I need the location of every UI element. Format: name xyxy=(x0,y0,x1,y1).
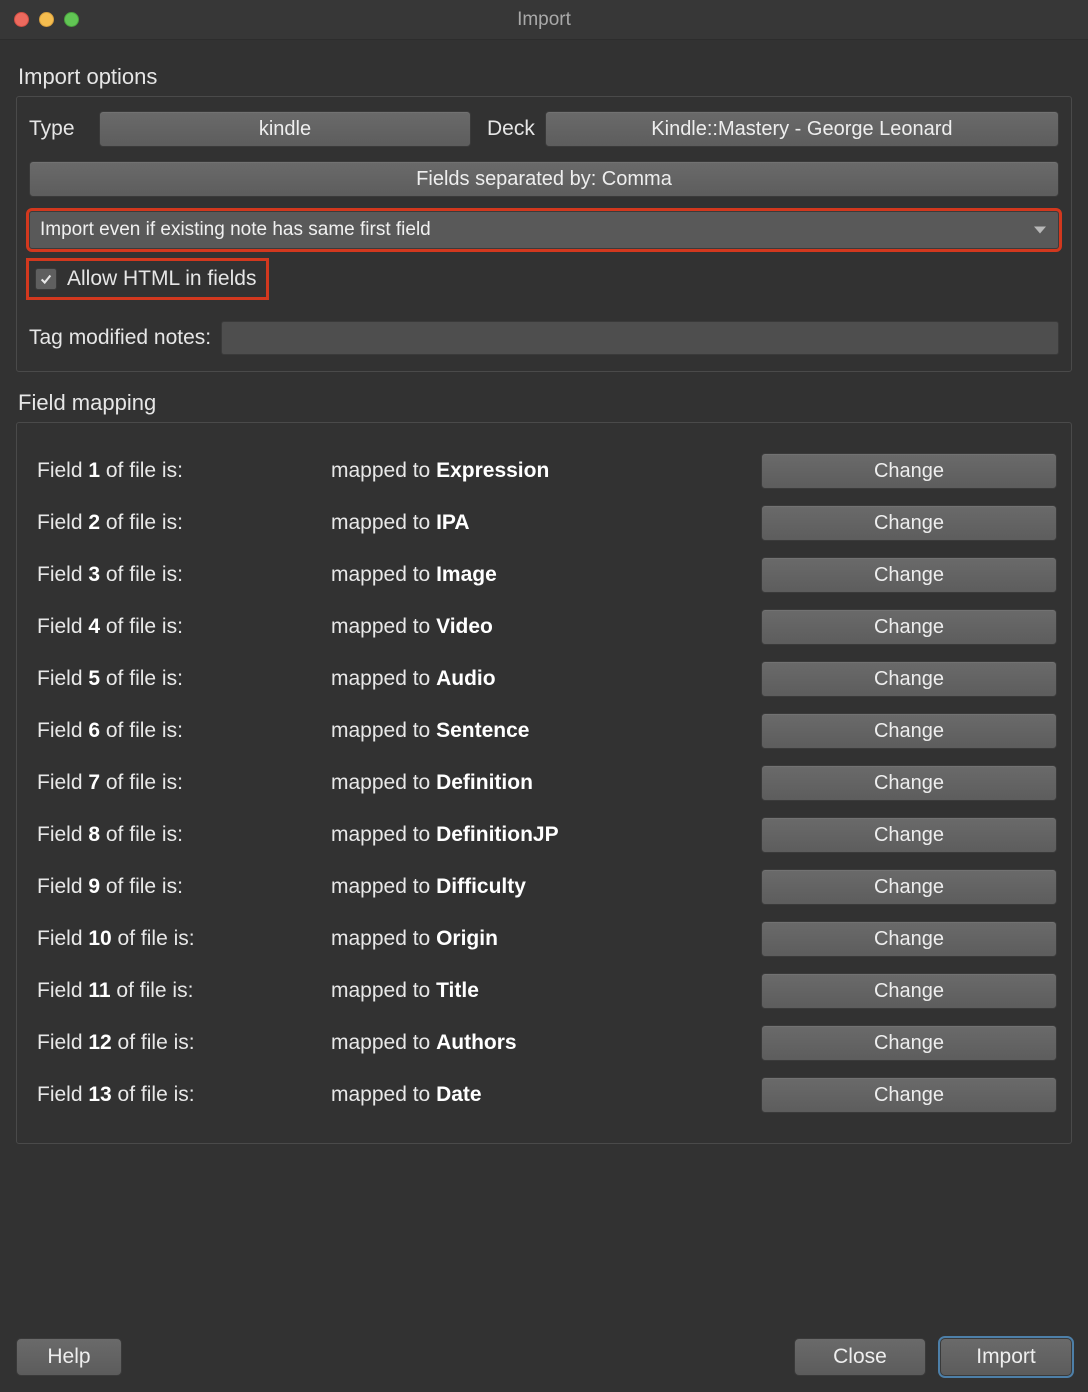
change-mapping-button[interactable]: Change xyxy=(761,921,1057,957)
allow-html-checkbox[interactable] xyxy=(35,268,57,290)
allow-html-row[interactable]: Allow HTML in fields xyxy=(29,261,266,297)
field-target-label: mapped to Origin xyxy=(331,927,761,951)
field-index-label: Field 9 of file is: xyxy=(31,875,331,899)
change-mapping-button[interactable]: Change xyxy=(761,1025,1057,1061)
check-icon xyxy=(39,272,53,286)
field-target-label: mapped to Authors xyxy=(331,1031,761,1055)
change-mapping-button[interactable]: Change xyxy=(761,453,1057,489)
field-index-label: Field 8 of file is: xyxy=(31,823,331,847)
field-mapping-row: Field 2 of file is:mapped to IPAChange xyxy=(31,497,1057,549)
field-index-label: Field 3 of file is: xyxy=(31,563,331,587)
deck-label: Deck xyxy=(487,117,535,141)
chevron-down-icon xyxy=(1034,227,1046,234)
tag-modified-label: Tag modified notes: xyxy=(29,326,211,350)
change-mapping-button[interactable]: Change xyxy=(761,713,1057,749)
field-index-label: Field 4 of file is: xyxy=(31,615,331,639)
field-mapping-label: Field mapping xyxy=(18,390,1072,416)
change-mapping-button[interactable]: Change xyxy=(761,1077,1057,1113)
field-index-label: Field 6 of file is: xyxy=(31,719,331,743)
field-index-label: Field 7 of file is: xyxy=(31,771,331,795)
allow-html-label: Allow HTML in fields xyxy=(67,267,256,291)
field-mapping-row: Field 12 of file is:mapped to AuthorsCha… xyxy=(31,1017,1057,1069)
field-target-label: mapped to Definition xyxy=(331,771,761,795)
field-index-label: Field 1 of file is: xyxy=(31,459,331,483)
field-mapping-row: Field 9 of file is:mapped to DifficultyC… xyxy=(31,861,1057,913)
field-mapping-row: Field 8 of file is:mapped to DefinitionJ… xyxy=(31,809,1057,861)
field-mapping-row: Field 5 of file is:mapped to AudioChange xyxy=(31,653,1057,705)
import-button[interactable]: Import xyxy=(940,1338,1072,1376)
field-mapping-row: Field 1 of file is:mapped to ExpressionC… xyxy=(31,445,1057,497)
deck-button[interactable]: Kindle::Mastery - George Leonard xyxy=(545,111,1059,147)
field-mapping-row: Field 11 of file is:mapped to TitleChang… xyxy=(31,965,1057,1017)
change-mapping-button[interactable]: Change xyxy=(761,973,1057,1009)
field-target-label: mapped to Title xyxy=(331,979,761,1003)
change-mapping-button[interactable]: Change xyxy=(761,661,1057,697)
field-target-label: mapped to Image xyxy=(331,563,761,587)
change-mapping-button[interactable]: Change xyxy=(761,505,1057,541)
field-target-label: mapped to Date xyxy=(331,1083,761,1107)
field-mapping-row: Field 7 of file is:mapped to DefinitionC… xyxy=(31,757,1057,809)
field-index-label: Field 11 of file is: xyxy=(31,979,331,1003)
field-target-label: mapped to Difficulty xyxy=(331,875,761,899)
field-target-label: mapped to Sentence xyxy=(331,719,761,743)
note-type-button[interactable]: kindle xyxy=(99,111,471,147)
import-mode-select[interactable]: Import even if existing note has same fi… xyxy=(29,211,1059,249)
field-mapping-row: Field 4 of file is:mapped to VideoChange xyxy=(31,601,1057,653)
import-mode-value: Import even if existing note has same fi… xyxy=(40,219,431,241)
field-index-label: Field 5 of file is: xyxy=(31,667,331,691)
change-mapping-button[interactable]: Change xyxy=(761,817,1057,853)
change-mapping-button[interactable]: Change xyxy=(761,557,1057,593)
import-options-group: Type kindle Deck Kindle::Mastery - Georg… xyxy=(16,96,1072,372)
field-target-label: mapped to Expression xyxy=(331,459,761,483)
help-button[interactable]: Help xyxy=(16,1338,122,1376)
change-mapping-button[interactable]: Change xyxy=(761,765,1057,801)
field-mapping-group: Field 1 of file is:mapped to ExpressionC… xyxy=(16,422,1072,1144)
type-label: Type xyxy=(29,117,89,141)
field-separator-button[interactable]: Fields separated by: Comma xyxy=(29,161,1059,197)
change-mapping-button[interactable]: Change xyxy=(761,609,1057,645)
import-options-label: Import options xyxy=(18,64,1072,90)
field-index-label: Field 13 of file is: xyxy=(31,1083,331,1107)
field-mapping-row: Field 6 of file is:mapped to SentenceCha… xyxy=(31,705,1057,757)
field-target-label: mapped to DefinitionJP xyxy=(331,823,761,847)
field-index-label: Field 12 of file is: xyxy=(31,1031,331,1055)
field-mapping-row: Field 10 of file is:mapped to OriginChan… xyxy=(31,913,1057,965)
change-mapping-button[interactable]: Change xyxy=(761,869,1057,905)
close-button[interactable]: Close xyxy=(794,1338,926,1376)
tag-modified-input[interactable] xyxy=(221,321,1059,355)
title-bar: Import xyxy=(0,0,1088,40)
field-target-label: mapped to IPA xyxy=(331,511,761,535)
window-title: Import xyxy=(0,9,1088,31)
field-mapping-row: Field 3 of file is:mapped to ImageChange xyxy=(31,549,1057,601)
field-mapping-row: Field 13 of file is:mapped to DateChange xyxy=(31,1069,1057,1121)
field-target-label: mapped to Audio xyxy=(331,667,761,691)
field-index-label: Field 2 of file is: xyxy=(31,511,331,535)
dialog-footer: Help Close Import xyxy=(0,1328,1088,1392)
field-index-label: Field 10 of file is: xyxy=(31,927,331,951)
field-target-label: mapped to Video xyxy=(331,615,761,639)
